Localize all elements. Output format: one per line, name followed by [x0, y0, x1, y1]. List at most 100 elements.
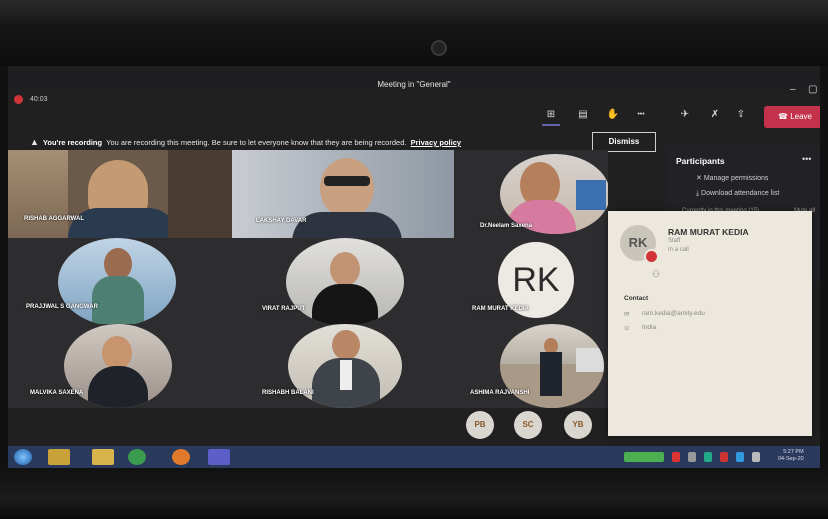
raise-hand-icon[interactable]: ✋	[604, 106, 622, 124]
video-tile[interactable]: VIRAT RAJPUT	[232, 238, 454, 324]
phone-icon: ☎	[778, 112, 788, 121]
windows-taskbar: 5:27 PM 04-Sep-20	[8, 446, 820, 468]
busy-status-icon	[644, 249, 659, 264]
participant-name: Dr.Neelam Saxena	[480, 223, 533, 229]
participant-name: RISHABH BALANI	[262, 390, 314, 396]
participant-outfit	[540, 352, 562, 396]
recording-indicator-icon	[14, 95, 23, 104]
org-chart-icon[interactable]: ⚇	[652, 269, 660, 280]
participant-name: VIRAT RAJPUT	[262, 306, 306, 312]
participant-video-circle	[500, 154, 608, 234]
video-tile[interactable]: RK RAM MURAT KEDIA	[454, 238, 608, 324]
camera-off-icon[interactable]: ✈	[676, 106, 694, 124]
volume-icon[interactable]	[752, 452, 760, 462]
participant-name: PRAJJWAL S GANGWAR	[26, 304, 98, 310]
taskbar-date: 04-Sep-20	[778, 456, 804, 462]
participant-name: RAM MURAT KEDIA	[472, 306, 529, 312]
battery-tray-icon[interactable]	[624, 452, 664, 462]
participant-blazer	[88, 366, 148, 408]
participant-shirt	[92, 276, 144, 324]
background-screen	[576, 180, 606, 210]
video-tile[interactable]: Dr.Neelam Saxena	[454, 150, 608, 238]
leave-label: Leave	[790, 112, 812, 121]
tray-icon[interactable]	[672, 452, 680, 462]
laptop-bezel-left	[0, 66, 8, 468]
manage-permissions-button[interactable]: ✕ Manage permissions	[696, 174, 768, 182]
participants-grid-icon[interactable]: ⊞	[542, 106, 560, 126]
participant-glasses	[324, 176, 370, 186]
participant-shirt	[340, 360, 352, 390]
media-player-icon[interactable]	[48, 449, 70, 465]
video-tile[interactable]: ASHIMA RAJVANSHI	[454, 324, 608, 408]
background-car	[576, 348, 604, 372]
contact-heading: Contact	[624, 295, 649, 302]
manage-permissions-icon: ✕	[696, 175, 704, 182]
share-screen-icon[interactable]: ⇪	[732, 106, 750, 124]
firefox-icon[interactable]	[172, 449, 190, 465]
tray-icon[interactable]	[736, 452, 744, 462]
participant-name: ASHIMA RAJVANSHI	[470, 390, 530, 396]
participant-shirt	[68, 208, 178, 238]
profile-role: Staff	[668, 238, 681, 244]
download-attendance-button[interactable]: ⤓ Download attendance list	[696, 190, 779, 198]
tray-icon[interactable]	[720, 452, 728, 462]
recording-banner-title: You're recording	[42, 138, 103, 147]
mic-off-icon[interactable]: ✗	[706, 106, 724, 124]
dismiss-button[interactable]: Dismiss	[592, 132, 656, 152]
video-tile[interactable]: PRAJJWAL S GANGWAR	[8, 238, 232, 324]
meeting-timer: 40:03	[30, 96, 48, 103]
participant-name: RISHAB AGGARWAL	[24, 216, 84, 222]
profile-card: RK RAM MURAT KEDIA Staff In a call ⚇ Con…	[608, 211, 812, 436]
taskbar-clock[interactable]: 5:27 PM 04-Sep-20	[778, 449, 804, 463]
participant-video-circle	[58, 238, 176, 324]
video-tile[interactable]: LAKSHAY DAVAR	[232, 150, 454, 238]
video-tile[interactable]: RISHABH BALANI	[232, 324, 454, 408]
participants-title: Participants	[676, 156, 725, 166]
participant-name: MALVIKA SAXENA	[30, 390, 84, 396]
location-icon: ⊙	[624, 325, 630, 332]
minimize-button[interactable]: –	[790, 84, 796, 95]
teams-meeting-window: Meeting in "General" – ▢ 40:03 ⊞ ▤ ✋ •••…	[8, 66, 820, 468]
profile-email[interactable]: ram.kedia@amity.edu	[642, 310, 705, 317]
participant-face	[320, 158, 374, 218]
email-icon: ✉	[624, 311, 630, 318]
more-options-icon[interactable]: •••	[632, 106, 650, 124]
warning-icon: ▲	[30, 137, 39, 147]
overflow-participant-avatar[interactable]: YB	[564, 411, 592, 439]
video-tile[interactable]: MALVIKA SAXENA	[8, 324, 232, 408]
overflow-participant-avatar[interactable]: SC	[514, 411, 542, 439]
overflow-participant-avatar[interactable]: PB	[466, 411, 494, 439]
tray-icon[interactable]	[688, 452, 696, 462]
maximize-button[interactable]: ▢	[808, 84, 817, 95]
participant-face	[332, 330, 360, 360]
title-bar: Meeting in "General" – ▢	[8, 66, 820, 95]
meeting-title: Meeting in "General"	[377, 80, 451, 89]
participant-jacket	[292, 212, 402, 238]
participant-shirt	[312, 284, 378, 324]
recording-banner: ▲ You're recording You are recording this…	[30, 134, 660, 150]
chrome-icon[interactable]	[128, 449, 146, 465]
laptop-bezel-bottom	[0, 468, 828, 519]
laptop-bezel-top	[0, 0, 828, 66]
participants-more-icon[interactable]: •••	[802, 154, 811, 164]
video-tile[interactable]: RISHAB AGGARWAL	[8, 150, 232, 238]
privacy-policy-link[interactable]: Privacy policy	[411, 138, 461, 147]
background-wall	[8, 150, 68, 238]
participant-name: LAKSHAY DAVAR	[256, 218, 307, 224]
chat-icon[interactable]: ▤	[574, 106, 592, 124]
profile-status: In a call	[668, 247, 689, 253]
file-explorer-icon[interactable]	[92, 449, 114, 465]
leave-button[interactable]: ☎ Leave	[764, 106, 820, 128]
participant-face	[102, 336, 132, 370]
profile-name: RAM MURAT KEDIA	[668, 227, 749, 237]
start-button-icon[interactable]	[14, 449, 32, 465]
profile-location: India	[642, 324, 657, 331]
recording-banner-text: You are recording this meeting. Be sure …	[106, 138, 407, 147]
taskbar-time: 5:27 PM	[783, 449, 804, 455]
background-furniture	[168, 150, 232, 238]
teams-icon[interactable]	[208, 449, 230, 465]
tray-icon[interactable]	[704, 452, 712, 462]
laptop-bezel-right	[820, 66, 828, 468]
participant-face	[330, 252, 360, 286]
webcam-lens	[431, 40, 447, 56]
